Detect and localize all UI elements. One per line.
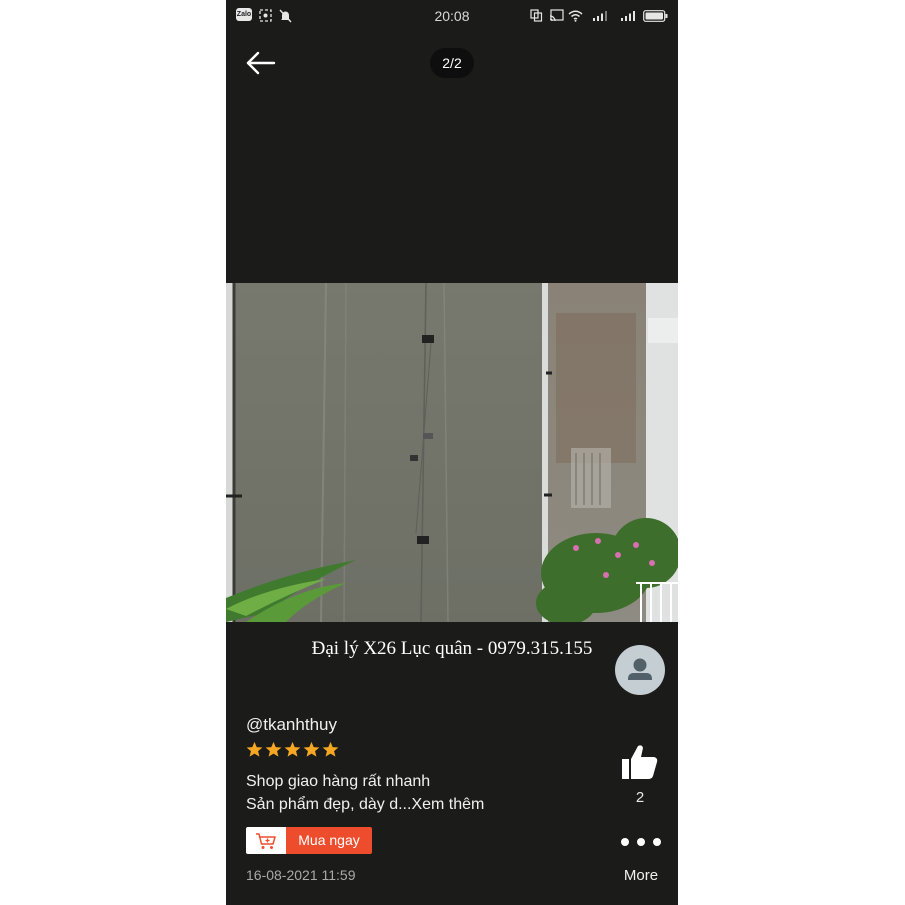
signal-icon [619, 8, 635, 23]
image-counter: 2/2 [430, 48, 474, 78]
avatar[interactable] [615, 645, 665, 695]
cast-icon [548, 8, 564, 23]
status-bar: Zalo 20:08 [226, 0, 678, 32]
reviewer-username[interactable]: @tkanhthuy [246, 715, 337, 735]
more-label[interactable]: More [615, 867, 667, 884]
review-date: 16-08-2021 11:59 [246, 867, 356, 883]
back-button[interactable] [244, 48, 278, 78]
shade-net-photo [226, 283, 678, 622]
thumbs-up-icon [622, 745, 658, 779]
review-line: Sản phẩm đẹp, dày d...Xem thêm [246, 796, 485, 813]
rating-stars [246, 741, 339, 759]
like-button[interactable] [620, 742, 660, 782]
cart-icon [246, 827, 286, 854]
arrow-left-icon [246, 51, 276, 75]
status-time: 20:08 [434, 8, 470, 24]
more-options-icon[interactable] [621, 836, 661, 848]
buy-now-button[interactable]: Mua ngay [246, 827, 372, 854]
person-icon [628, 658, 652, 680]
buy-now-label: Mua ngay [286, 827, 372, 854]
review-photo[interactable] [226, 283, 678, 622]
signal-icon [591, 8, 607, 23]
star-icon [322, 741, 339, 757]
review-text[interactable]: Shop giao hàng rất nhanh Sản phẩm đẹp, d… [246, 770, 484, 816]
wifi-icon [567, 8, 583, 23]
star-icon [303, 741, 320, 757]
star-icon [265, 741, 282, 757]
sim-icon [529, 8, 543, 23]
phone-screen: Zalo 20:08 2/2 Đại lý X26 Lục quân - 097… [226, 0, 678, 905]
seller-watermark: Đại lý X26 Lục quân - 0979.315.155 [311, 638, 593, 659]
review-line: Shop giao hàng rất nhanh [246, 773, 431, 790]
battery-icon [642, 8, 668, 23]
star-icon [284, 741, 301, 757]
star-icon [246, 741, 263, 757]
like-count: 2 [635, 789, 645, 806]
